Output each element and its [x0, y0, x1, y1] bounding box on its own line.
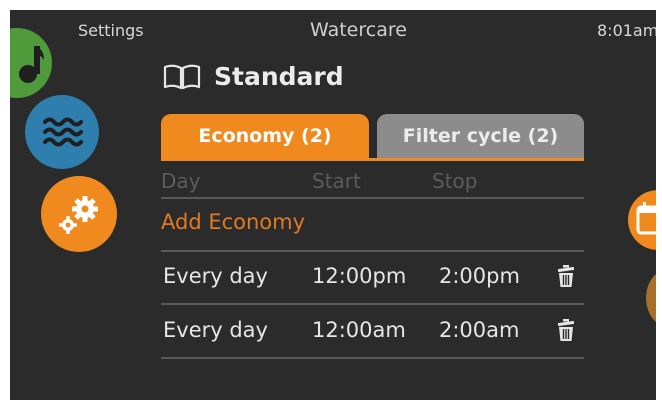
delete-row-2-trash-icon[interactable]: [555, 318, 577, 342]
calendar-icon: [636, 202, 656, 235]
page-title: Watercare: [310, 19, 407, 41]
music-nav-button[interactable]: [10, 28, 52, 98]
schedule-nav-button[interactable]: [628, 190, 656, 250]
row-1-start: 12:00pm: [312, 264, 407, 288]
row-2-start: 12:00am: [312, 318, 406, 342]
book-icon: [163, 64, 201, 89]
column-header-start: Start: [312, 169, 361, 193]
clock-time: 8:01am: [597, 21, 656, 40]
column-header-day: Day: [161, 169, 201, 193]
row-2-stop: 2:00am: [439, 318, 520, 342]
settings-nav-button[interactable]: [41, 176, 117, 252]
divider: [161, 303, 584, 305]
divider: [161, 357, 584, 359]
settings-label[interactable]: Settings: [78, 21, 144, 40]
gears-icon: [59, 196, 98, 234]
music-note-icon: [19, 46, 44, 83]
row-2-day: Every day: [163, 318, 268, 342]
mode-heading-label: Standard: [214, 62, 344, 91]
add-economy-link[interactable]: Add Economy: [161, 210, 305, 234]
watercare-nav-button[interactable]: [25, 95, 99, 169]
divider: [161, 197, 584, 199]
row-1-stop: 2:00pm: [439, 264, 520, 288]
tab-underline: [161, 158, 584, 161]
tab-economy[interactable]: Economy (2): [161, 114, 369, 158]
delete-row-1-trash-icon[interactable]: [555, 264, 577, 288]
column-header-stop: Stop: [432, 169, 478, 193]
watercare-screen: Settings Watercare 8:01am Standard Econo…: [10, 10, 656, 400]
divider: [161, 250, 584, 252]
tab-filter-cycle[interactable]: Filter cycle (2): [377, 114, 584, 158]
row-1-day: Every day: [163, 264, 268, 288]
mode-heading: Standard: [162, 62, 344, 91]
waves-icon: [43, 117, 83, 147]
extra-nav-button[interactable]: [646, 268, 656, 328]
